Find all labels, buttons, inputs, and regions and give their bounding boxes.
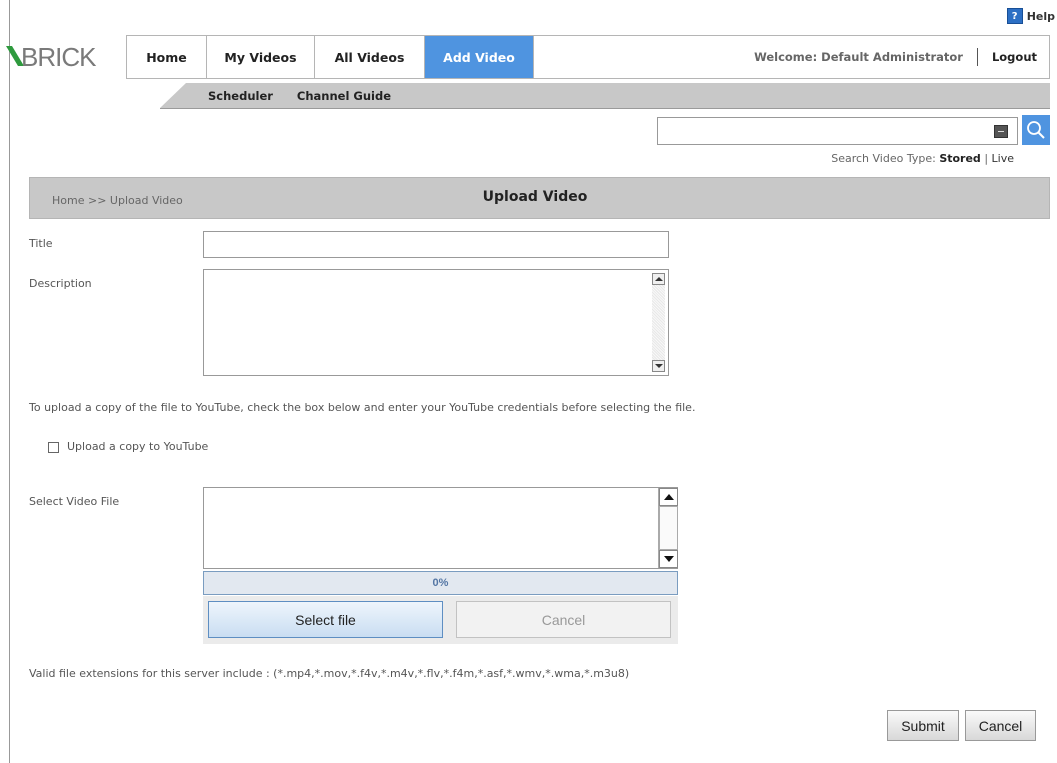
scroll-up-icon[interactable] bbox=[659, 488, 678, 506]
title-field[interactable] bbox=[203, 231, 669, 258]
description-label: Description bbox=[29, 277, 92, 290]
youtube-note: To upload a copy of the file to YouTube,… bbox=[29, 401, 696, 414]
cancel-button[interactable]: Cancel bbox=[965, 710, 1036, 741]
tab-home[interactable]: Home bbox=[127, 36, 207, 78]
search-input[interactable] bbox=[657, 117, 1018, 145]
tab-add-video[interactable]: Add Video bbox=[425, 36, 534, 78]
nav-divider bbox=[976, 48, 978, 66]
file-list[interactable] bbox=[203, 487, 678, 569]
welcome-text: Welcome: Default Administrator bbox=[754, 50, 963, 64]
subnav-channel-guide[interactable]: Channel Guide bbox=[297, 89, 391, 103]
search-type-live[interactable]: Live bbox=[992, 152, 1014, 165]
title-label: Title bbox=[29, 237, 53, 250]
main-nav: Home My Videos All Videos Add Video Welc… bbox=[126, 35, 1050, 79]
file-list-scrollbar[interactable] bbox=[658, 488, 678, 568]
subnav-corner bbox=[160, 83, 186, 108]
search-icon bbox=[1027, 121, 1045, 139]
user-area: Welcome: Default Administrator Logout bbox=[754, 36, 1049, 78]
description-scrollbar[interactable] bbox=[652, 273, 665, 372]
search-video-type: Search Video Type: Stored | Live bbox=[831, 152, 1014, 165]
select-file-button[interactable]: Select file bbox=[208, 601, 443, 638]
page-title: Upload Video bbox=[482, 189, 588, 205]
search-type-stored[interactable]: Stored bbox=[939, 152, 981, 165]
search-type-label: Search Video Type: bbox=[831, 152, 936, 165]
submit-button[interactable]: Submit bbox=[887, 710, 959, 741]
vbrick-logo: BRICK bbox=[4, 38, 114, 72]
sub-nav: Scheduler Channel Guide bbox=[160, 83, 1050, 109]
youtube-checkbox-label: Upload a copy to YouTube bbox=[67, 440, 209, 453]
scroll-down-icon[interactable] bbox=[652, 360, 665, 372]
help-label: Help bbox=[1026, 9, 1055, 23]
scroll-up-icon[interactable] bbox=[652, 273, 665, 285]
valid-extensions-text: Valid file extensions for this server in… bbox=[29, 667, 630, 680]
clear-search-icon[interactable] bbox=[994, 125, 1008, 138]
scroll-down-icon[interactable] bbox=[659, 550, 678, 568]
scrollbar-track[interactable] bbox=[659, 506, 678, 550]
page-frame bbox=[9, 0, 1057, 763]
select-video-file-label: Select Video File bbox=[29, 495, 120, 508]
youtube-checkbox[interactable] bbox=[48, 442, 59, 453]
help-icon: ? bbox=[1006, 8, 1023, 24]
upload-progress-bar: 0% bbox=[203, 571, 678, 595]
help-link[interactable]: ? Help bbox=[1006, 8, 1057, 24]
tab-all-videos[interactable]: All Videos bbox=[315, 36, 425, 78]
search-type-separator: | bbox=[984, 152, 989, 165]
tab-my-videos[interactable]: My Videos bbox=[207, 36, 315, 78]
description-field[interactable] bbox=[203, 269, 669, 376]
logout-link[interactable]: Logout bbox=[992, 50, 1037, 64]
subnav-scheduler[interactable]: Scheduler bbox=[208, 89, 273, 103]
cancel-upload-button[interactable]: Cancel bbox=[456, 601, 671, 638]
svg-text:BRICK: BRICK bbox=[21, 42, 97, 72]
search-button[interactable] bbox=[1022, 115, 1050, 145]
